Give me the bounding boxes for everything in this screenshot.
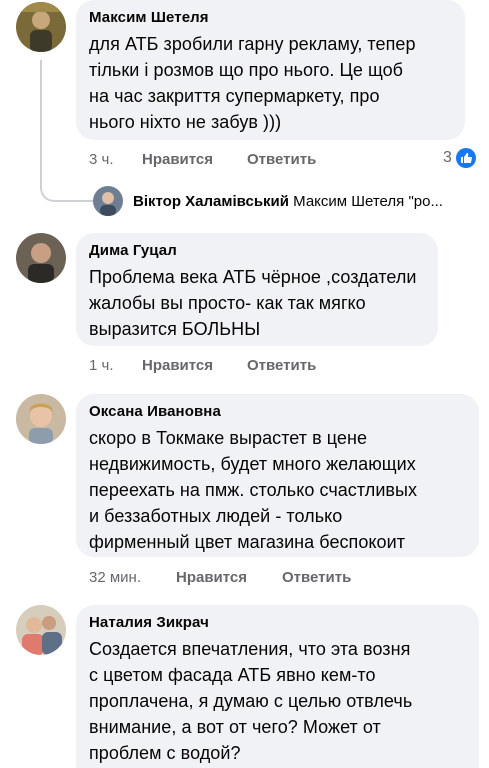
comment-author[interactable]: Оксана Ивановна	[89, 402, 467, 422]
comment-author[interactable]: Максим Шетеля	[89, 8, 453, 28]
comment-bubble: Оксана Ивановна скоро в Токмаке вырастет…	[76, 394, 479, 557]
comment-meta: 3 ч. Нравится Ответить	[89, 150, 316, 170]
reaction-count[interactable]: 3	[443, 148, 476, 168]
reply-preview[interactable]: Віктор Халамівський Максим Шетеля "ро...	[93, 186, 483, 216]
comment-bubble: Наталия Зикрач Создается впечатления, чт…	[76, 605, 479, 768]
like-button[interactable]: Нравится	[142, 356, 247, 376]
comment-time[interactable]: 3 ч.	[89, 150, 142, 170]
comment-meta: 32 мин. Нравится Ответить	[89, 568, 351, 588]
comment-text: Создается впечатления, что эта возня с ц…	[89, 639, 413, 763]
reply-author[interactable]: Віктор Халамівський	[133, 193, 289, 210]
like-button[interactable]: Нравится	[176, 568, 282, 588]
avatar[interactable]	[16, 394, 66, 444]
comment-meta: 1 ч. Нравится Ответить	[89, 356, 316, 376]
reply-button[interactable]: Ответить	[247, 150, 316, 170]
comment-bubble: Дима Гуцал Проблема века АТБ чёрное ,соз…	[76, 233, 438, 346]
comment-text: Проблема века АТБ чёрное ,создатели жало…	[89, 267, 417, 339]
avatar[interactable]	[16, 605, 66, 655]
comment-author[interactable]: Дима Гуцал	[89, 241, 426, 261]
comment-text: для АТБ зробили гарну рекламу, тепер тіл…	[89, 34, 416, 132]
comment-text: скоро в Токмаке вырастет в цене недвижим…	[89, 428, 418, 552]
comment-time[interactable]: 32 мин.	[89, 568, 176, 588]
avatar[interactable]	[16, 233, 66, 283]
reply-button[interactable]: Ответить	[282, 568, 351, 588]
reply-summary[interactable]: Віктор Халамівський Максим Шетеля "ро...	[133, 193, 483, 210]
like-button[interactable]: Нравится	[142, 150, 247, 170]
reply-snippet: Максим Шетеля "ро...	[293, 192, 443, 210]
comment-author[interactable]: Наталия Зикрач	[89, 613, 467, 633]
reply-button[interactable]: Ответить	[247, 356, 316, 376]
avatar[interactable]	[93, 186, 123, 216]
comment-time[interactable]: 1 ч.	[89, 356, 142, 376]
avatar[interactable]	[16, 2, 66, 52]
thread-connector	[40, 60, 95, 202]
like-icon	[455, 148, 476, 168]
comment-bubble: Максим Шетеля для АТБ зробили гарну рекл…	[76, 0, 465, 140]
